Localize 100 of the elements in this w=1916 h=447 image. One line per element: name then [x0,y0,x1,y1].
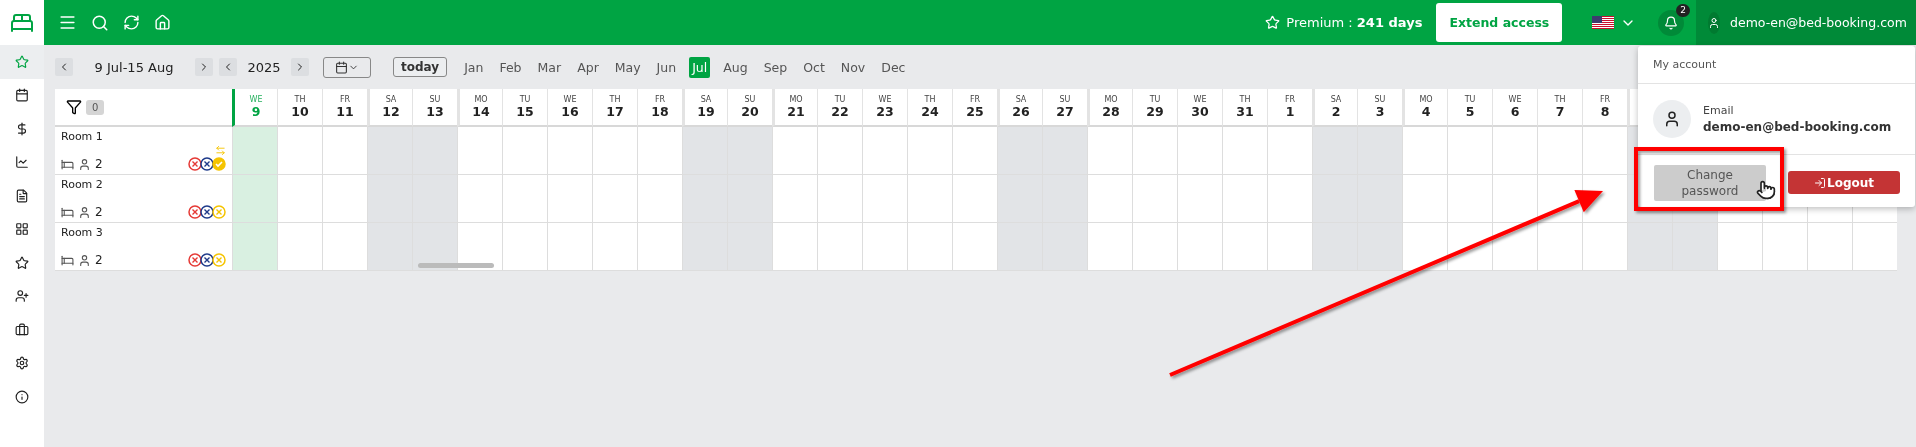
calendar-picker-button[interactable] [323,56,371,78]
grid-cell[interactable] [592,175,637,223]
grid-cell[interactable] [1582,127,1627,175]
grid-cell[interactable] [1402,175,1447,223]
grid-cell[interactable] [727,223,772,271]
grid-cell[interactable] [772,175,817,223]
grid-cell[interactable] [1357,223,1402,271]
grid-cell[interactable] [547,127,592,175]
grid-cell[interactable] [1492,175,1537,223]
grid-cell[interactable] [277,127,322,175]
month-tab[interactable]: Nov [837,56,869,78]
grid-cell[interactable] [502,127,547,175]
month-tab[interactable]: Feb [496,56,525,78]
grid-cell[interactable] [322,127,367,175]
grid-cell[interactable] [322,223,367,271]
refresh-icon[interactable] [123,14,140,31]
grid-cell[interactable] [1492,127,1537,175]
grid-cell[interactable] [907,223,952,271]
grid-cell[interactable] [1087,223,1132,271]
grid-cell[interactable] [1087,127,1132,175]
grid-cell[interactable] [1042,175,1087,223]
account-button[interactable]: demo-en@bed-booking.com [1696,0,1916,45]
grid-cell[interactable] [817,175,862,223]
month-tab[interactable]: Mar [534,56,565,78]
grid-cell[interactable] [1312,175,1357,223]
grid-cell[interactable] [1672,223,1717,271]
month-tab[interactable]: Jan [461,56,487,78]
logout-button[interactable]: Logout [1788,171,1900,194]
grid-cell[interactable] [1447,127,1492,175]
grid-cell[interactable] [682,223,727,271]
previous-button[interactable] [55,58,73,76]
grid-cell[interactable] [1132,127,1177,175]
grid-cell[interactable] [1267,175,1312,223]
month-tab[interactable]: Aug [720,56,751,78]
grid-cell[interactable] [637,223,682,271]
grid-cell[interactable] [1312,223,1357,271]
grid-cell[interactable] [1222,175,1267,223]
grid-cell[interactable] [1177,175,1222,223]
grid-cell[interactable] [367,127,412,175]
grid-cell[interactable] [367,223,412,271]
grid-cell[interactable] [1807,223,1852,271]
grid-cell[interactable] [1177,127,1222,175]
grid-cell[interactable] [277,223,322,271]
grid-cell[interactable] [1627,223,1672,271]
grid-cell[interactable] [817,223,862,271]
grid-cell[interactable] [997,223,1042,271]
month-tab[interactable]: Jul [689,56,711,78]
grid-cell[interactable] [637,175,682,223]
grid-cell[interactable] [412,175,457,223]
grid-cell[interactable] [862,223,907,271]
grid-cell[interactable] [592,223,637,271]
grid-cell[interactable] [1132,175,1177,223]
month-tab[interactable]: May [611,56,644,78]
grid-cell[interactable] [1087,175,1132,223]
grid-cell[interactable] [1717,223,1762,271]
grid-cell[interactable] [277,175,322,223]
grid-cell[interactable] [412,127,457,175]
grid-cell[interactable] [1852,223,1897,271]
grid-cell[interactable] [367,175,412,223]
grid-cell[interactable] [727,175,772,223]
grid-cell[interactable] [232,127,277,175]
grid-cell[interactable] [1357,127,1402,175]
grid-cell[interactable] [1762,223,1807,271]
grid-cell[interactable] [1177,223,1222,271]
menu-icon[interactable] [58,13,77,32]
month-tab[interactable]: Jun [653,56,680,78]
extend-access-button[interactable]: Extend access [1436,3,1563,42]
grid-cell[interactable] [232,175,277,223]
grid-cell[interactable] [727,127,772,175]
grid-cell[interactable] [907,175,952,223]
grid-cell[interactable] [772,223,817,271]
grid-cell[interactable] [1132,223,1177,271]
grid-cell[interactable] [1222,223,1267,271]
grid-cell[interactable] [952,223,997,271]
grid-cell[interactable] [1402,223,1447,271]
grid-cell[interactable] [457,223,502,271]
grid-cell[interactable] [1312,127,1357,175]
next-year-button[interactable] [291,58,309,76]
grid-cell[interactable] [457,175,502,223]
flag-icon[interactable] [1592,16,1615,29]
grid-cell[interactable] [682,175,727,223]
grid-cell[interactable] [1042,223,1087,271]
grid-cell[interactable] [322,175,367,223]
grid-cell[interactable] [772,127,817,175]
scrollbar-thumb[interactable] [418,263,494,268]
grid-cell[interactable] [1267,223,1312,271]
today-button[interactable]: today [393,57,448,77]
month-tab[interactable]: Apr [574,56,602,78]
grid-cell[interactable] [1492,223,1537,271]
change-password-button[interactable]: Change password [1654,165,1766,201]
grid-cell[interactable] [682,127,727,175]
month-tab[interactable]: Dec [878,56,909,78]
grid-cell[interactable] [232,223,277,271]
grid-cell[interactable] [1537,223,1582,271]
grid-cell[interactable] [592,127,637,175]
grid-cell[interactable] [1582,223,1627,271]
home-icon[interactable] [154,14,171,31]
grid-cell[interactable] [1357,175,1402,223]
grid-cell[interactable] [502,175,547,223]
grid-cell[interactable] [907,127,952,175]
